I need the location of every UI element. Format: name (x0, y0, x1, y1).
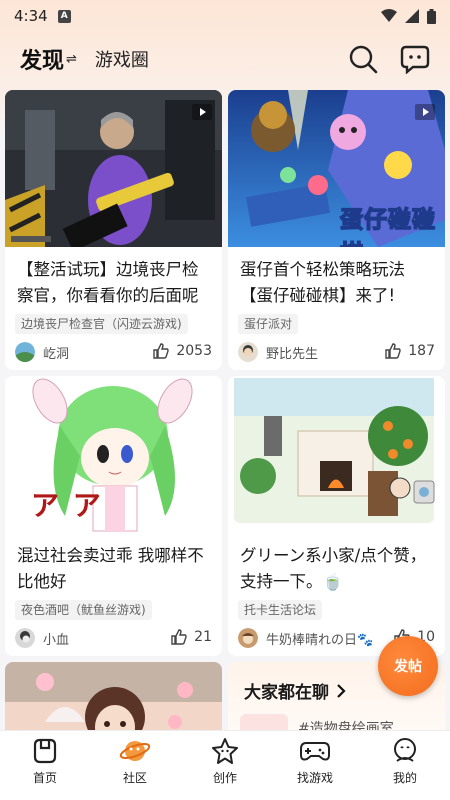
post-title: グリーン系小家/点个赞，支持一下。🍵 (240, 546, 427, 591)
nav-find-games[interactable]: 找游戏 (280, 737, 350, 786)
wifi-icon (381, 9, 397, 22)
signal-icon (405, 9, 419, 23)
post-title: 蛋仔首个轻松策略玩法【蛋仔碰碰棋】来了! (240, 260, 405, 305)
status-bar: 4:34 A (0, 0, 450, 32)
avatar (15, 628, 35, 648)
post-thumbnail: ア ア (5, 376, 222, 536)
post-card[interactable]: 蛋仔碰碰棋 蛋仔首个轻松策略玩法【蛋仔碰碰棋】来了! 蛋仔派对 野比先生 187 (228, 90, 445, 370)
profile-icon (394, 738, 416, 762)
chevron-right-icon (337, 683, 346, 698)
notification-icon: A (57, 9, 71, 23)
home-icon (33, 738, 57, 764)
nav-me[interactable]: 我的 (370, 737, 440, 786)
avatar (15, 342, 35, 362)
like-count[interactable]: 2053 (152, 342, 212, 360)
post-author[interactable]: 野比先生 (238, 342, 318, 362)
search-icon[interactable] (348, 44, 378, 74)
thumbs-up-icon (153, 343, 170, 359)
tab-discover[interactable]: 发现 (20, 43, 65, 75)
post-card[interactable]: 【整活试玩】边境丧尸检察官，你看看你的后面呢 边境丧尸检查官（闪迹云游戏) 屹洞… (5, 90, 222, 370)
planet-icon (119, 741, 151, 761)
nav-home[interactable]: 首页 (10, 737, 80, 786)
battery-icon (427, 8, 436, 24)
thumbs-up-icon (385, 343, 401, 359)
feed: 【整活试玩】边境丧尸检察官，你看看你的后面呢 边境丧尸检查官（闪迹云游戏) 屹洞… (5, 90, 445, 730)
gamepad-icon (300, 742, 330, 761)
post-card[interactable]: ア ア 混过社会卖过乖 我哪样不比他好 夜色酒吧（鱿鱼丝游戏) 小血 21 (5, 376, 222, 656)
post-thumbnail (5, 662, 222, 730)
author-name: 牛奶棒晴れの日🐾 (266, 632, 374, 648)
post-author[interactable]: 小血 (15, 628, 69, 648)
avatar (238, 342, 258, 362)
tab-game-circle[interactable]: 游戏圈 (95, 46, 149, 72)
video-icon (192, 104, 212, 120)
nav-create[interactable]: 创作 (190, 737, 260, 786)
message-icon[interactable] (400, 44, 430, 74)
post-title: 【整活试玩】边境丧尸检察官，你看看你的后面呢 (17, 260, 199, 305)
author-name: 野比先生 (266, 346, 319, 362)
post-thumbnail (228, 376, 445, 536)
topic-preview: #造物盘绘画室 (298, 721, 394, 730)
like-count[interactable]: 187 (384, 342, 435, 360)
section-title[interactable]: 大家都在聊 (244, 678, 347, 703)
post-thumbnail: 蛋仔碰碰棋 (228, 90, 445, 247)
author-name: 屹洞 (43, 346, 70, 362)
post-thumbnail (5, 90, 222, 247)
game-tag[interactable]: 蛋仔派对 (238, 314, 299, 334)
nav-community[interactable]: 社区 (100, 737, 170, 786)
thumbs-up-icon (171, 629, 187, 645)
post-author[interactable]: 牛奶棒晴れの日🐾 (238, 628, 373, 648)
post-title: 混过社会卖过乖 我哪样不比他好 (17, 546, 204, 591)
game-tag[interactable]: 托卡生活论坛 (238, 600, 323, 620)
game-tag[interactable]: 夜色酒吧（鱿鱼丝游戏) (15, 600, 152, 620)
star-icon (212, 738, 238, 764)
like-count[interactable]: 21 (170, 628, 212, 646)
thumbnail-caption: 蛋仔碰碰棋 (339, 206, 436, 247)
post-author[interactable]: 屹洞 (15, 342, 69, 362)
status-time: 4:34 (14, 7, 48, 25)
video-icon (415, 104, 435, 120)
post-card[interactable] (5, 662, 222, 730)
post-card[interactable]: グリーン系小家/点个赞，支持一下。🍵 托卡生活论坛 牛奶棒晴れの日🐾 10 (228, 376, 445, 656)
avatar (238, 628, 258, 648)
author-name: 小血 (43, 632, 70, 648)
top-tabs: 发现 ⇌ 游戏圈 (0, 36, 450, 82)
bottom-nav: 首页 社区 创作 找游戏 我的 (0, 730, 450, 800)
game-tag[interactable]: 边境丧尸检查官（闪迹云游戏) (15, 314, 188, 334)
create-post-button[interactable]: 发帖 (378, 636, 438, 696)
thumbnail-caption: ア ア (31, 489, 103, 522)
topic-thumbnail (240, 714, 288, 730)
switch-icon[interactable]: ⇌ (66, 52, 77, 67)
